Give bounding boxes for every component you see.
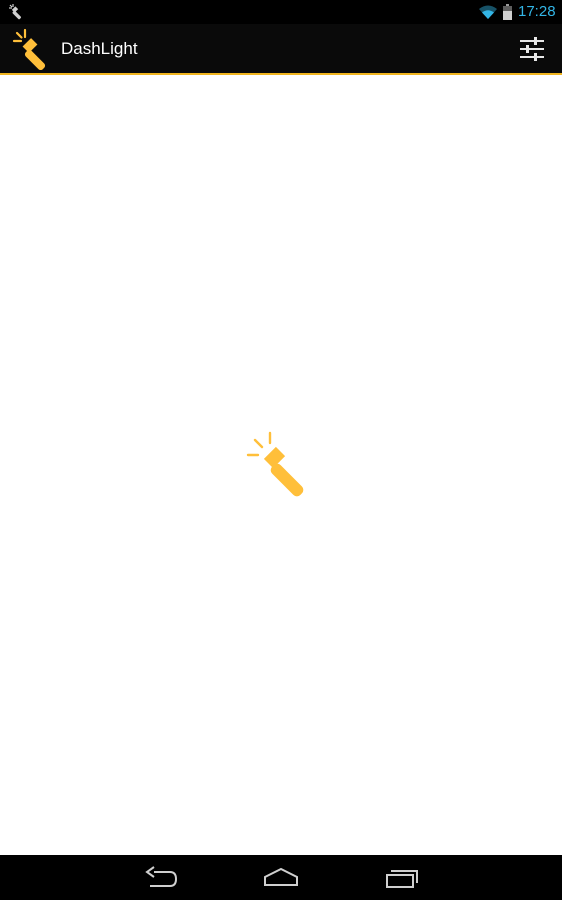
flashlight-toggle-icon[interactable] [244,430,318,504]
navigation-bar [0,855,562,900]
main-content [0,75,562,855]
wifi-icon [479,5,497,19]
battery-icon [503,4,512,20]
sliders-icon [520,37,544,61]
app-flashlight-icon[interactable] [12,28,54,70]
action-bar: DashLight [0,24,562,75]
status-clock: 17:28 [518,3,556,20]
settings-button[interactable] [512,32,552,66]
app-title: DashLight [61,39,138,58]
back-icon[interactable] [136,863,186,893]
recents-icon[interactable] [377,863,427,893]
status-bar: 17:28 [0,0,562,24]
flashlight-icon [9,4,22,20]
home-icon[interactable] [256,863,306,893]
